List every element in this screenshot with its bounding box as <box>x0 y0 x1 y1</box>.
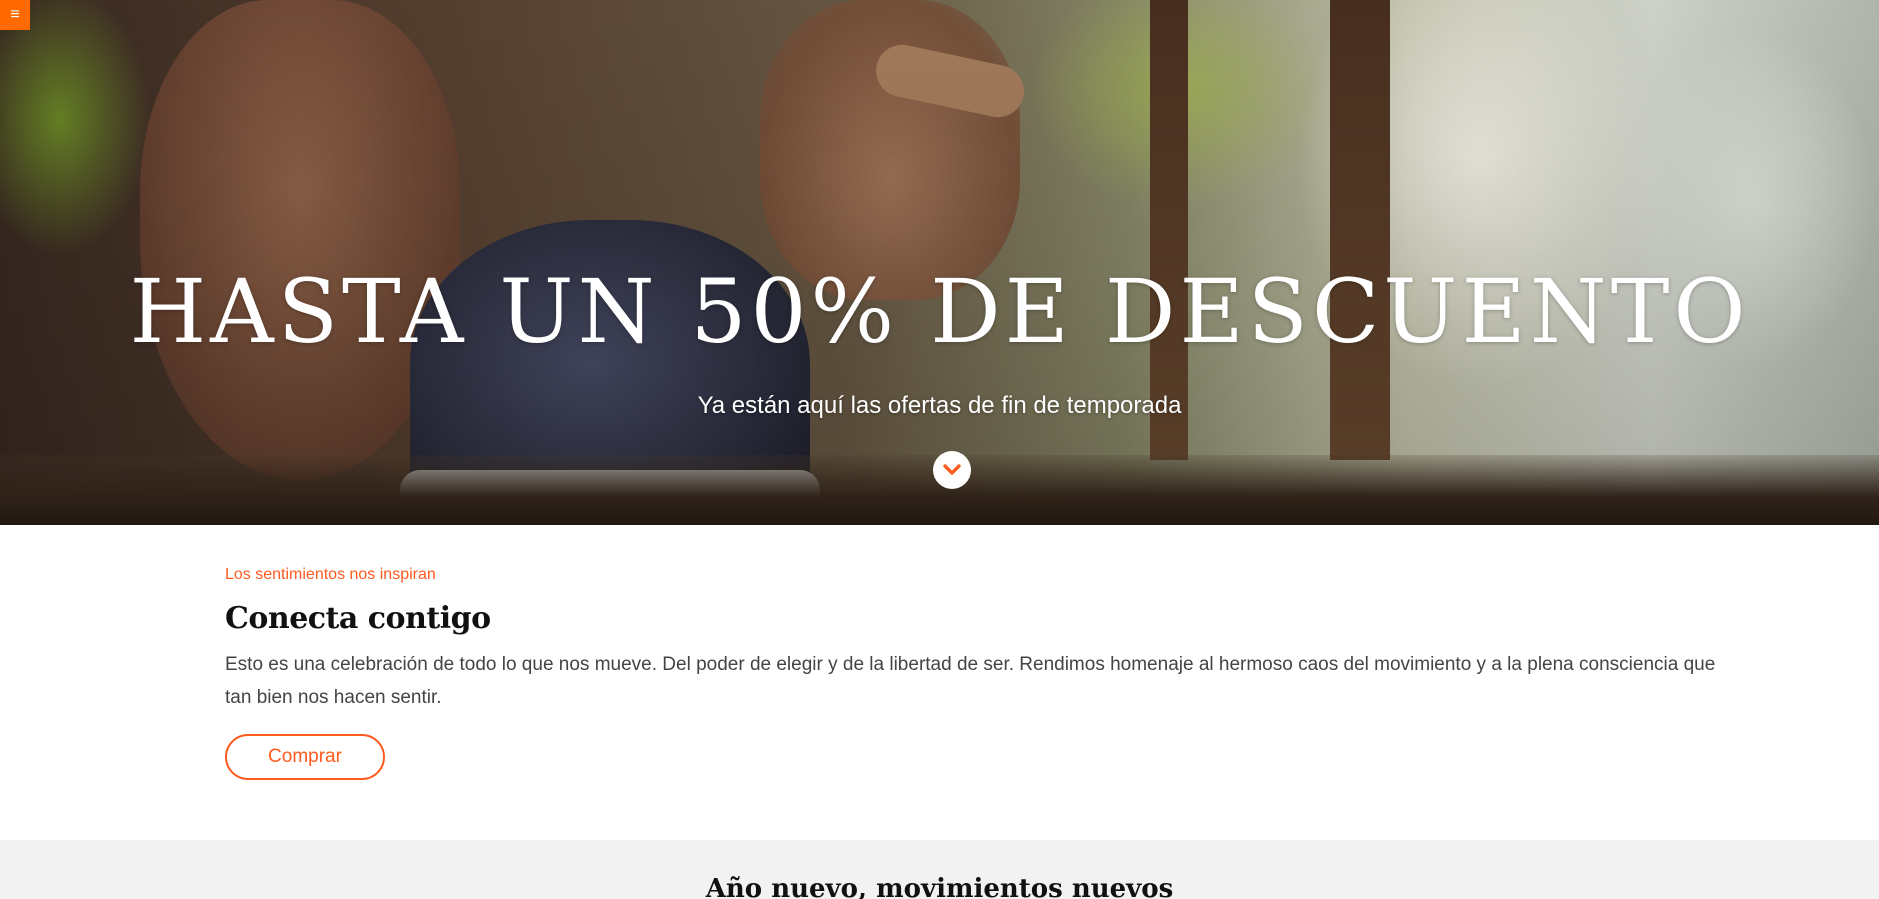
new-year-section: Año nuevo, movimientos nuevos <box>0 840 1879 899</box>
buy-button[interactable]: Comprar <box>225 734 385 780</box>
scroll-down-button[interactable] <box>933 451 971 489</box>
intro-eyebrow: Los sentimientos nos inspiran <box>225 566 436 583</box>
intro-title: Conecta contigo <box>225 601 491 636</box>
section-title: Año nuevo, movimientos nuevos <box>705 874 1174 899</box>
intro-section: Los sentimientos nos inspiran Conecta co… <box>225 566 1725 780</box>
hero-banner: HASTA UN 50% DE DESCUENTO Ya están aquí … <box>0 0 1879 525</box>
menu-toggle-button[interactable]: ≡ <box>0 0 30 30</box>
hero-subtitle: Ya están aquí las ofertas de fin de temp… <box>697 392 1182 419</box>
hero-title: HASTA UN 50% DE DESCUENTO <box>129 260 1750 363</box>
chevron-down-icon <box>943 464 961 475</box>
intro-body: Esto es una celebración de todo lo que n… <box>225 654 1716 708</box>
menu-icon: ≡ <box>10 6 20 23</box>
